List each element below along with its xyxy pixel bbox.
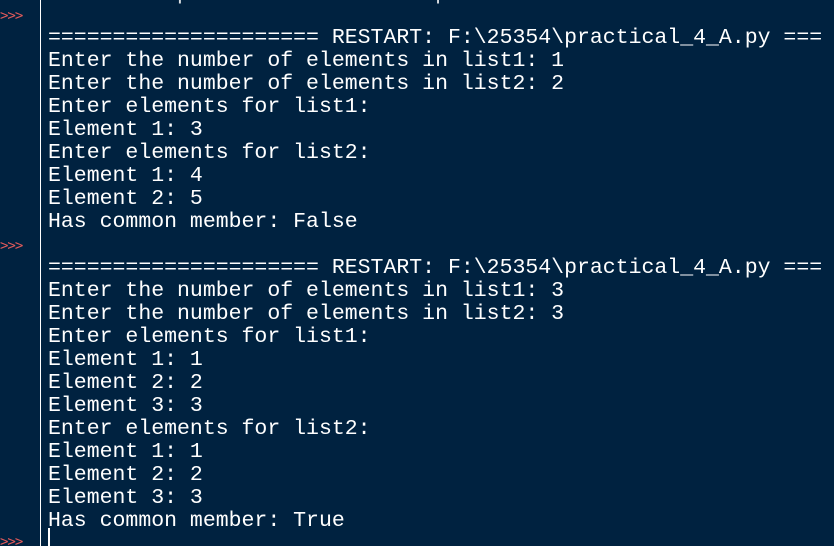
- output-line: Element 2: 2: [48, 371, 203, 395]
- output-line: Enter the number of elements in list2: 2: [48, 72, 565, 96]
- prompt-gutter: >>> >>> >>>: [0, 0, 40, 546]
- output-line: Has common member: False: [48, 210, 358, 234]
- output-line: Element 1: 4: [48, 164, 203, 188]
- output-line: Enter elements for list2:: [48, 141, 371, 165]
- output-line: Element 2: 2: [48, 463, 203, 487]
- output-line: Enter the number of elements in list1: 3: [48, 279, 565, 303]
- restart-banner: ===================== RESTART: F:\25354\…: [48, 256, 823, 280]
- output-line: Has common member: True: [48, 509, 345, 533]
- output-line: Element 1: 1: [48, 440, 203, 464]
- output-line: Enter elements for list2:: [48, 417, 371, 441]
- shell-output[interactable]: p p ===================== RESTART: F:\25…: [48, 0, 834, 546]
- restart-banner: ===================== RESTART: F:\25354\…: [48, 26, 823, 50]
- output-line: Enter elements for list1:: [48, 95, 371, 119]
- output-line: Enter the number of elements in list1: 1: [48, 49, 565, 73]
- output-line: Enter the number of elements in list2: 3: [48, 302, 565, 326]
- output-line: Element 3: 3: [48, 394, 203, 418]
- text-cursor: [48, 528, 50, 546]
- python-shell-window: >>> >>> >>> p p ===================== RE…: [0, 0, 834, 546]
- shell-prompt: >>>: [0, 238, 23, 254]
- shell-prompt: >>>: [0, 8, 23, 24]
- output-line: Element 1: 3: [48, 118, 203, 142]
- output-line: Element 2: 5: [48, 187, 203, 211]
- output-line: Element 3: 3: [48, 486, 203, 510]
- output-line: Element 1: 1: [48, 348, 203, 372]
- output-line: Enter elements for list1:: [48, 325, 371, 349]
- partial-output-line: p p: [48, 0, 448, 6]
- gutter-divider: [40, 0, 41, 546]
- shell-prompt: >>>: [0, 534, 23, 546]
